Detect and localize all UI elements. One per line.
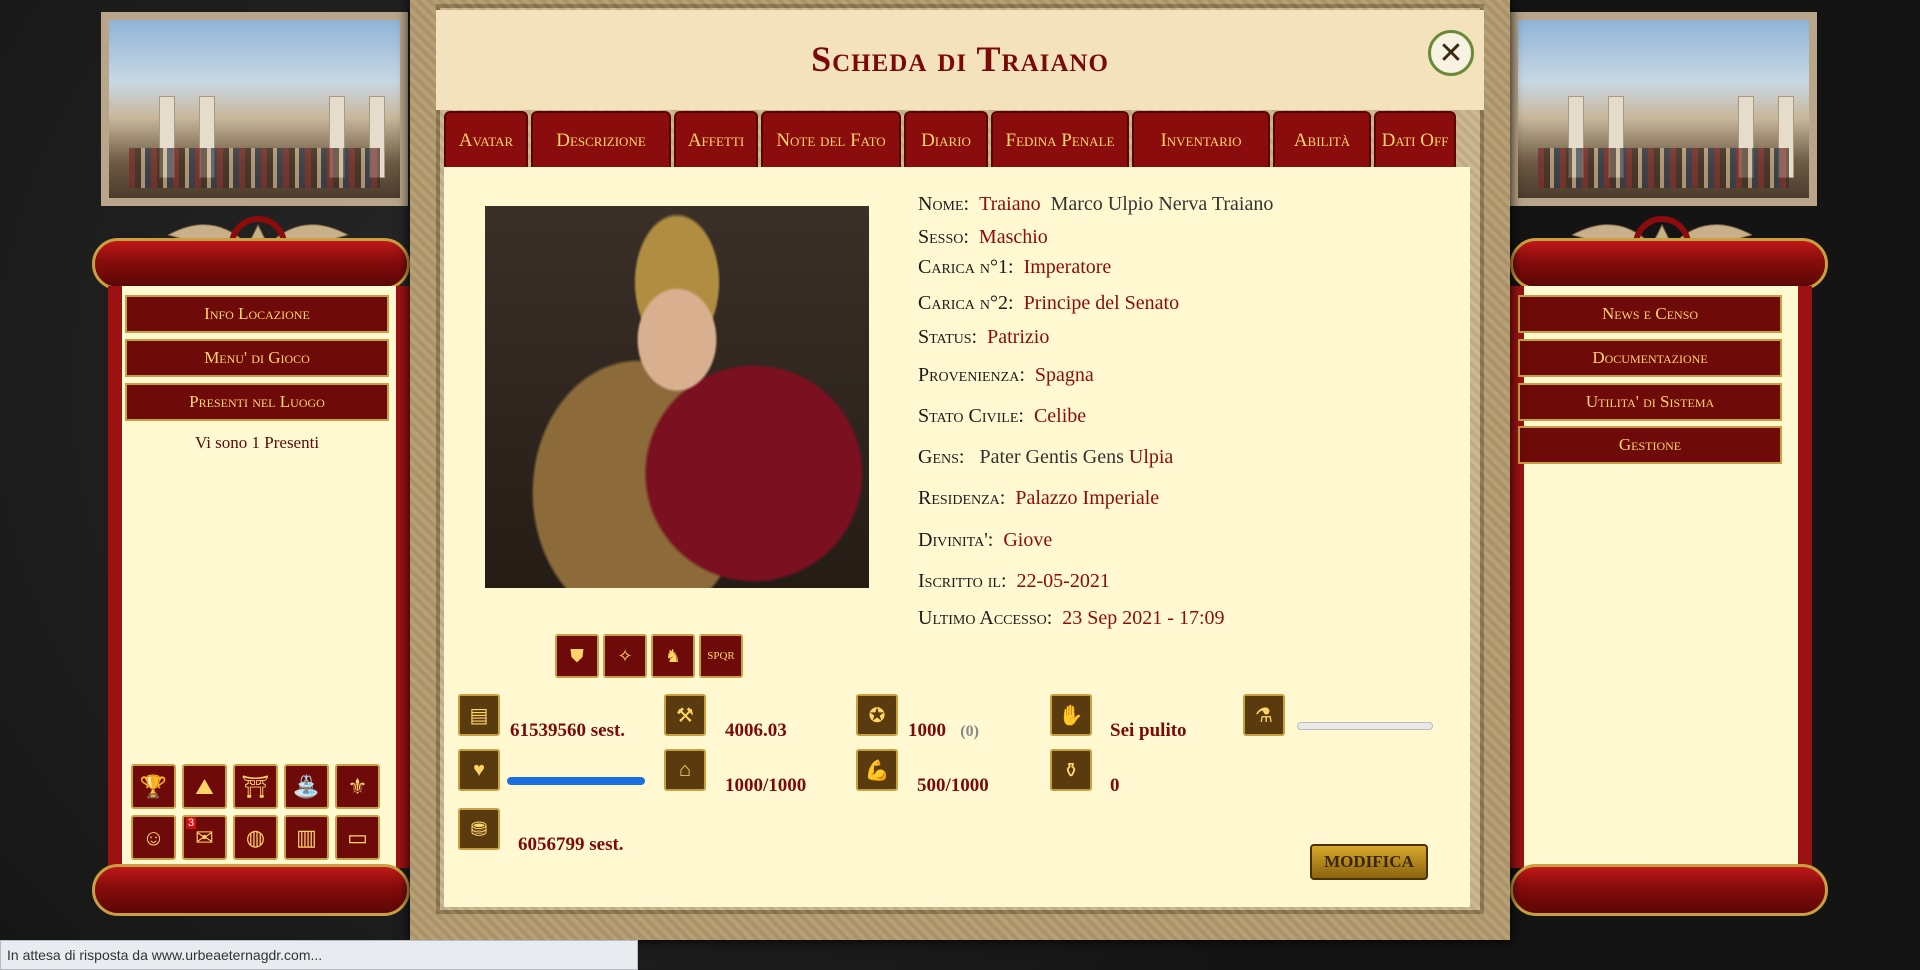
potion-bar-track bbox=[1297, 722, 1433, 730]
poison-bottle-icon: ⚱ bbox=[1050, 749, 1092, 791]
menu-documentazione[interactable]: Documentazione bbox=[1518, 339, 1782, 377]
tab-dati-off[interactable]: Dati Off bbox=[1374, 111, 1456, 167]
modifica-button[interactable]: MODIFICA bbox=[1310, 844, 1428, 880]
health-bar-fill bbox=[507, 777, 645, 785]
strength-arm-icon: 💪 bbox=[856, 749, 898, 791]
gold-eagle-icon[interactable]: ✧ bbox=[603, 634, 647, 678]
menu-presenti-luogo[interactable]: Presenti nel Luogo bbox=[125, 383, 389, 421]
fountain-icon[interactable]: ⛲ bbox=[284, 764, 329, 809]
right-scene-image bbox=[1510, 12, 1817, 206]
potion-icon: ⚗ bbox=[1243, 694, 1285, 736]
scroll-message-icon[interactable]: ✉ 3 bbox=[182, 815, 227, 860]
menu-gioco[interactable]: Menu' di Gioco bbox=[125, 339, 389, 377]
temple-icon: ⌂ bbox=[664, 749, 706, 791]
stat-value2: 4006.03 bbox=[725, 720, 787, 741]
stat-clean: Sei pulito bbox=[1110, 720, 1187, 741]
chariot-icon[interactable]: ♞ bbox=[651, 634, 695, 678]
info-residence: Residenza: Palazzo Imperiale bbox=[918, 487, 1160, 509]
shield-eagle-icon[interactable]: ⛊ bbox=[555, 634, 599, 678]
stat-money: 61539560 sest. bbox=[510, 720, 626, 741]
left-scroll-top bbox=[92, 238, 410, 290]
stat-capacity: 1000/1000 bbox=[725, 775, 807, 796]
left-scroll-bottom bbox=[92, 864, 410, 916]
browser-status-bar: In attesa di risposta da www.urbeaeterna… bbox=[0, 940, 638, 970]
stat-poison: 0 bbox=[1110, 775, 1120, 796]
portrait-icon[interactable]: ☺ bbox=[131, 815, 176, 860]
title-bar: Scheda di Traiano bbox=[436, 10, 1484, 110]
stat-strength: 500/1000 bbox=[917, 775, 989, 796]
menu-utilita-sistema[interactable]: Utilita' di Sistema bbox=[1518, 383, 1782, 421]
window-title: Scheda di Traiano bbox=[811, 39, 1109, 79]
info-deity: Divinita': Giove bbox=[918, 529, 1053, 551]
info-name: Nome: Traiano Marco Ulpio Nerva Traiano bbox=[918, 193, 1274, 215]
spqr-icon[interactable]: SPQR bbox=[699, 634, 743, 678]
trophy-icon[interactable]: 🏆 bbox=[131, 764, 176, 809]
tab-diario[interactable]: Diario bbox=[904, 111, 988, 167]
tab-descrizione[interactable]: Descrizione bbox=[531, 111, 671, 167]
character-avatar-image bbox=[485, 206, 869, 588]
tab-fedina-penale[interactable]: Fedina Penale bbox=[991, 111, 1129, 167]
tab-avatar[interactable]: Avatar bbox=[444, 111, 528, 167]
info-sex: Sesso: Maschio bbox=[918, 226, 1048, 248]
tab-note-del-fato[interactable]: Note del Fato bbox=[761, 111, 901, 167]
columns-icon[interactable]: ▥ bbox=[284, 815, 329, 860]
washing-hands-icon: ✋ bbox=[1050, 694, 1092, 736]
money-scroll-icon: ▤ bbox=[458, 694, 500, 736]
architect-icon: ⚒ bbox=[664, 694, 706, 736]
stat-bank: 6056799 sest. bbox=[518, 834, 624, 855]
info-role2: Carica n°2: Principe del Senato bbox=[918, 292, 1180, 314]
globe-icon[interactable]: ◍ bbox=[233, 815, 278, 860]
tablet-icon[interactable]: ▭ bbox=[335, 815, 380, 860]
menu-news-censo[interactable]: News e Censo bbox=[1518, 295, 1782, 333]
info-last-access: Ultimo Accesso: 23 Sep 2021 - 17:09 bbox=[918, 607, 1225, 629]
heart-health-icon: ♥ bbox=[458, 749, 500, 791]
info-gens: Gens: Pater Gentis Gens Ulpia bbox=[918, 446, 1174, 468]
left-scene-image bbox=[101, 12, 408, 206]
arch-icon[interactable]: ⛩ bbox=[233, 764, 278, 809]
message-count-badge: 3 bbox=[186, 817, 197, 829]
info-status: Status: Patrizio bbox=[918, 326, 1050, 348]
present-count: Vi sono 1 Presenti bbox=[194, 433, 320, 452]
tab-abilita[interactable]: Abilità bbox=[1273, 111, 1371, 167]
italy-map-icon[interactable]: ⛰ bbox=[182, 764, 227, 809]
tab-bar: Avatar Descrizione Affetti Note del Fato… bbox=[444, 111, 1456, 167]
menu-gestione[interactable]: Gestione bbox=[1518, 426, 1782, 464]
stat-xp: 1000 (0) bbox=[908, 720, 979, 741]
info-joined: Iscritto il: 22-05-2021 bbox=[918, 570, 1110, 592]
stat-xp-extra: (0) bbox=[960, 723, 979, 740]
spqr-text: SPQR bbox=[707, 650, 735, 662]
close-x-icon[interactable]: ✕ bbox=[1428, 30, 1474, 76]
info-civil-status: Stato Civile: Celibe bbox=[918, 405, 1087, 427]
info-role1: Carica n°1: Imperatore bbox=[918, 256, 1112, 278]
menu-info-locazione[interactable]: Info Locazione bbox=[125, 295, 389, 333]
tab-inventario[interactable]: Inventario bbox=[1132, 111, 1270, 167]
right-scroll-top bbox=[1510, 238, 1828, 290]
xp-medal-icon: ✪ bbox=[856, 694, 898, 736]
info-origin: Provenienza: Spagna bbox=[918, 364, 1094, 386]
treasure-chest-icon: ⛃ bbox=[458, 808, 500, 850]
right-scroll-bottom bbox=[1510, 864, 1828, 916]
eagle-standard-icon[interactable]: ⚜ bbox=[335, 764, 380, 809]
tab-affetti[interactable]: Affetti bbox=[674, 111, 758, 167]
